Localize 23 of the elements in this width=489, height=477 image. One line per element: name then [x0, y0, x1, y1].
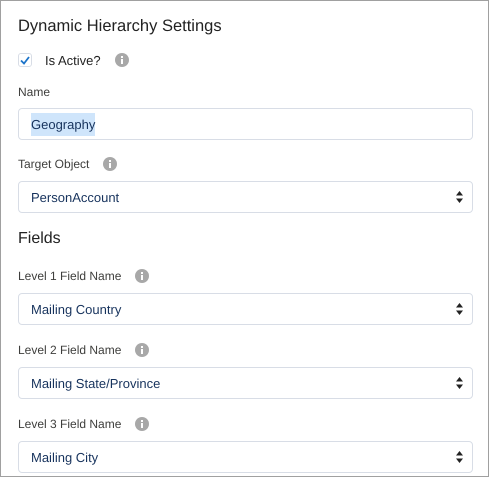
- info-icon[interactable]: [135, 417, 150, 431]
- checkbox-label: Is Active?: [45, 52, 101, 68]
- info-icon[interactable]: [135, 269, 150, 283]
- field-label: Name: [18, 85, 52, 99]
- info-icon[interactable]: [135, 343, 150, 357]
- updown-icon: [456, 190, 463, 204]
- field-label: Level 3 Field Name: [18, 417, 122, 431]
- updown-icon: [456, 376, 463, 390]
- select-field[interactable]: Mailing State/Province: [18, 367, 473, 399]
- select-field[interactable]: PersonAccount: [18, 181, 473, 213]
- updown-icon: [456, 302, 463, 316]
- checkbox[interactable]: [18, 53, 32, 67]
- info-icon[interactable]: [114, 53, 129, 67]
- name-input[interactable]: Geography: [18, 108, 473, 140]
- field-label: Level 2 Field Name: [18, 343, 122, 357]
- select-field[interactable]: Mailing City: [18, 441, 473, 473]
- updown-icon: [456, 450, 463, 464]
- select-field[interactable]: Mailing Country: [18, 293, 473, 325]
- section-heading: Fields: [18, 230, 62, 248]
- info-icon[interactable]: [103, 157, 118, 171]
- panel-title: Dynamic Hierarchy Settings: [18, 17, 223, 36]
- field-label: Level 1 Field Name: [18, 269, 122, 283]
- field-label: Target Object: [18, 157, 90, 171]
